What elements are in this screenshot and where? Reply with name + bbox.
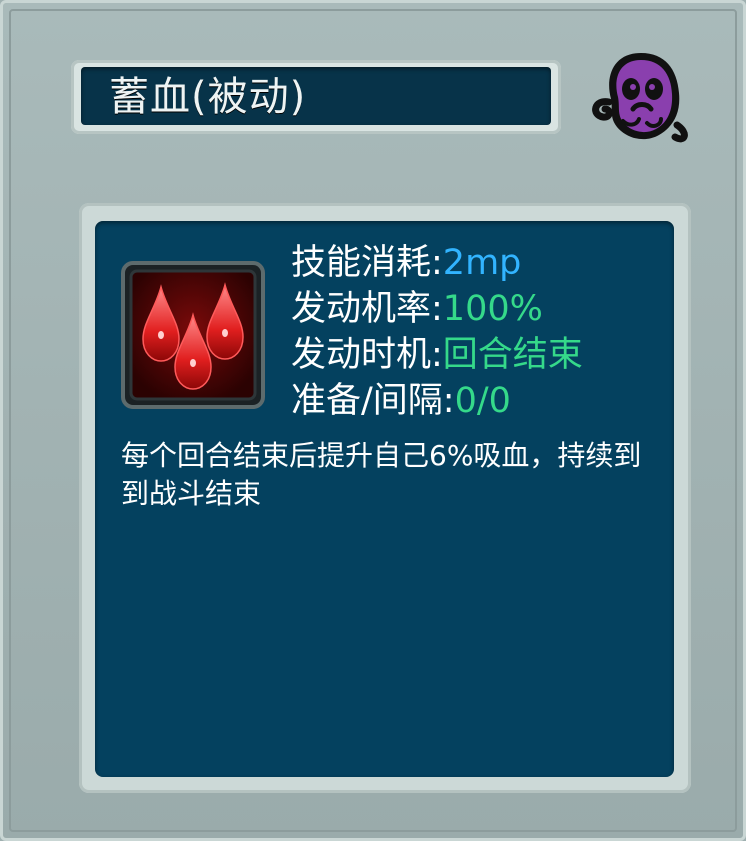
stat-label: 发动时机: — [291, 335, 443, 375]
purple-skull-icon — [589, 47, 693, 147]
stat-timing: 发动时机:回合结束 — [291, 332, 583, 378]
stat-rate: 发动机率:100% — [291, 286, 583, 332]
skill-stats: 技能消耗:2mp 发动机率:100% 发动时机:回合结束 准备/间隔:0/0 — [291, 240, 583, 424]
stat-value: 100% — [442, 289, 543, 329]
stat-label: 发动机率: — [291, 289, 443, 329]
blood-drops-icon — [121, 261, 265, 409]
stat-cooldown: 准备/间隔:0/0 — [291, 378, 583, 424]
stat-cost: 技能消耗:2mp — [291, 240, 583, 286]
stat-label: 技能消耗: — [291, 243, 443, 283]
title-bar: 蓄血(被动) — [71, 60, 561, 134]
skill-description: 每个回合结束后提升自己6%吸血，持续到到战斗结束 — [121, 439, 642, 510]
title-plate: 蓄血(被动) — [81, 67, 551, 125]
skill-card: 蓄血(被动) 技能消耗:2mp 发动机率:100% 发动时机:回合结束 准备/间… — [0, 0, 746, 841]
stat-value: 回合结束 — [442, 335, 583, 375]
stat-value: 2mp — [442, 243, 522, 283]
stat-value: 0/0 — [454, 381, 511, 421]
stat-label: 准备/间隔: — [291, 381, 455, 421]
skill-title: 蓄血(被动) — [109, 74, 307, 120]
